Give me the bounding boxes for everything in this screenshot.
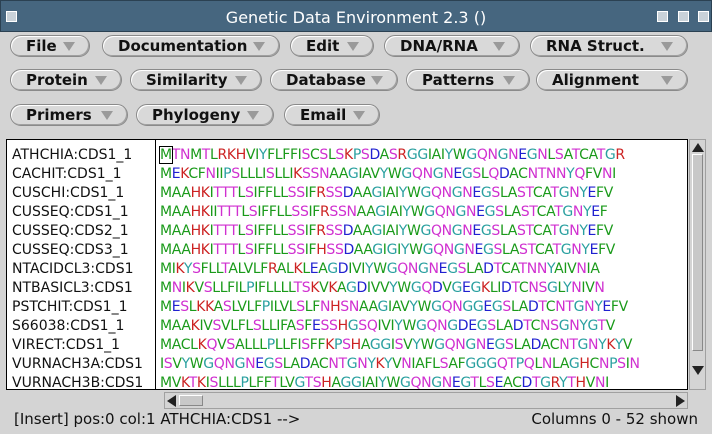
menu-label: DNA/RNA	[400, 37, 478, 55]
horizontal-scroll-thumb[interactable]	[179, 395, 203, 406]
menu-edit[interactable]: Edit	[290, 35, 374, 57]
menu-label: Database	[286, 71, 366, 89]
sequence-row[interactable]: MTNMTLRKHVIYFLFFISCSLSKPSDASRGGIAIYWGQNG…	[159, 146, 625, 165]
dropdown-arrow-icon	[253, 42, 265, 51]
main-window: Genetic Data Environment 2.3 () File Doc…	[0, 0, 712, 434]
vertical-scrollbar[interactable]	[689, 139, 706, 390]
title-bar: Genetic Data Environment 2.3 ()	[0, 0, 712, 32]
sequence-name[interactable]: VURNACH3A:CDS1	[12, 355, 143, 374]
vertical-scroll-thumb[interactable]	[692, 154, 703, 351]
sequence-name[interactable]: CUSSEQ:CDS2_1	[12, 222, 129, 241]
menu-label: Alignment	[552, 71, 639, 89]
scroll-up-icon[interactable]	[692, 143, 704, 152]
menu-protein[interactable]: Protein	[10, 69, 122, 91]
sequence-row[interactable]: MNIKVSLLFILPIFLLLLTSKVKAGDIVVYWGQDVGEGKL…	[160, 279, 605, 298]
sequence-row[interactable]: MAAHKITTTLSIFFLLSSIFHSSDAAGIGIYWGQNGNEGS…	[160, 241, 615, 260]
menu-label: Documentation	[118, 37, 248, 55]
menu-email[interactable]: Email	[284, 104, 380, 126]
menu-label: Protein	[26, 71, 88, 89]
dropdown-arrow-icon	[661, 42, 673, 51]
scroll-left-icon[interactable]	[167, 395, 176, 407]
menu-dna-rna[interactable]: DNA/RNA	[384, 35, 520, 57]
menu-patterns[interactable]: Patterns	[406, 69, 530, 91]
sequence-name[interactable]: CUSSEQ:CDS3_1	[12, 241, 129, 260]
sequence-row[interactable]: ISVYWGQNGNEGSLADACNTGNYKYVNIAFLSAFGGGQTP…	[160, 355, 640, 374]
dropdown-arrow-icon	[661, 76, 673, 85]
status-position: [Insert] pos:0 col:1 ATHCHIA:CDS1 -->	[14, 410, 301, 428]
sequence-name[interactable]: VIRECT:CDS1_1	[12, 336, 120, 355]
sequence-row[interactable]: MAAHKIITTTLSIFFLLSSIFRSSNAAGIAIYWGQNGNEG…	[160, 203, 608, 222]
menu-documentation[interactable]: Documentation	[102, 35, 280, 57]
menu-database[interactable]: Database	[270, 69, 398, 91]
sequence-row[interactable]: MIKYSFLLTALVLFRALKLEAGDIVIYWGQNGNEGSLADT…	[160, 260, 600, 279]
menu-label: Patterns	[422, 71, 495, 89]
sequence-row[interactable]: MAAHKITTTLSIFFLLSSIFRSSDAAGIAIYWGQNGNEGS…	[160, 184, 613, 203]
sequence-alignment-panel[interactable]: ATHCHIA:CDS1_1 CACHIT:CDS1_1 CUSCHI:CDS1_1…	[6, 139, 688, 390]
window-title: Genetic Data Environment 2.3 ()	[225, 8, 487, 27]
sequence-name[interactable]: NTACIDCL3:CDS1	[12, 260, 134, 279]
menu-alignment[interactable]: Alignment	[536, 69, 688, 91]
horizontal-scrollbar[interactable]	[164, 392, 688, 409]
sequence-data-area[interactable]: MTNMTLRKHVIYFLFFISCSLSKPSDASRGGIAIYWGQNG…	[157, 140, 687, 389]
dropdown-arrow-icon	[503, 76, 515, 85]
menu-label: Primers	[26, 106, 92, 124]
minimize-icon[interactable]	[657, 11, 668, 22]
menu-label: Phylogeny	[152, 106, 241, 124]
menu-rna-struct[interactable]: RNA Struct.	[530, 35, 688, 57]
sequence-row[interactable]: MAAHKITTTLSIFFLLSSIFRSSDAAGIAIYWGQNGNEGS…	[160, 222, 613, 241]
menu-file[interactable]: File	[10, 35, 90, 57]
sequence-name[interactable]: PSTCHIT:CDS1_1	[12, 298, 127, 317]
status-columns: Columns 0 - 52 shown	[531, 410, 698, 428]
sequence-names-column[interactable]: ATHCHIA:CDS1_1 CACHIT:CDS1_1 CUSCHI:CDS1_1…	[7, 140, 156, 389]
sequence-row[interactable]: MACLKQVSALLLPLLFISFFKPSHAGGISVYWGQNGNEGS…	[160, 336, 632, 355]
sequence-name[interactable]: S66038:CDS1_1	[12, 317, 124, 336]
sequence-name[interactable]: VURNACH3B:CDS1	[12, 374, 143, 389]
menu-primers[interactable]: Primers	[10, 104, 128, 126]
close-icon[interactable]	[698, 11, 709, 22]
menu-label: RNA Struct.	[546, 37, 645, 55]
dropdown-arrow-icon	[347, 42, 359, 51]
maximize-icon[interactable]	[678, 11, 689, 22]
dropdown-arrow-icon	[235, 76, 247, 85]
dropdown-arrow-icon	[493, 42, 505, 51]
status-bar: [Insert] pos:0 col:1 ATHCHIA:CDS1 --> Co…	[0, 408, 712, 434]
sequence-row[interactable]: MESLKKASLVLFPILVLSLFNHSNAAGIAVYWGQNGGEGS…	[160, 298, 628, 317]
sequence-row[interactable]: MAAKIVSVLFLSLLIFASFESSHGSQIVIYWGQNGDEGSL…	[160, 317, 615, 336]
scroll-down-icon[interactable]	[692, 366, 704, 375]
sequence-name[interactable]: NTBASICL3:CDS1	[12, 279, 133, 298]
sequence-name[interactable]: ATHCHIA:CDS1_1	[12, 146, 132, 165]
sequence-name[interactable]: CUSSEQ:CDS1_1	[12, 203, 129, 222]
menu-similarity[interactable]: Similarity	[130, 69, 262, 91]
sequence-name[interactable]: CUSCHI:CDS1_1	[12, 184, 124, 203]
menu-label: Similarity	[146, 71, 228, 89]
dropdown-arrow-icon	[63, 42, 75, 51]
sequence-name[interactable]: CACHIT:CDS1_1	[12, 165, 122, 184]
dropdown-arrow-icon	[101, 111, 113, 120]
menu-label: Email	[300, 106, 347, 124]
menu-label: Edit	[306, 37, 340, 55]
sequence-row[interactable]: MEKCFNIIPSLLLISLLIKSSNAAGIAVYWGQNGNEGSLQ…	[160, 165, 616, 184]
menu-label: File	[26, 37, 57, 55]
dropdown-arrow-icon	[247, 111, 259, 120]
dropdown-arrow-icon	[371, 76, 383, 85]
scroll-right-icon[interactable]	[676, 395, 685, 407]
sequence-row[interactable]: MVKTKISLLLPLFFTLVGTSHAGGIAIYWGQNGNEGTLSE…	[160, 374, 609, 389]
menu-phylogeny[interactable]: Phylogeny	[136, 104, 274, 126]
dropdown-arrow-icon	[353, 111, 365, 120]
dropdown-arrow-icon	[95, 76, 107, 85]
